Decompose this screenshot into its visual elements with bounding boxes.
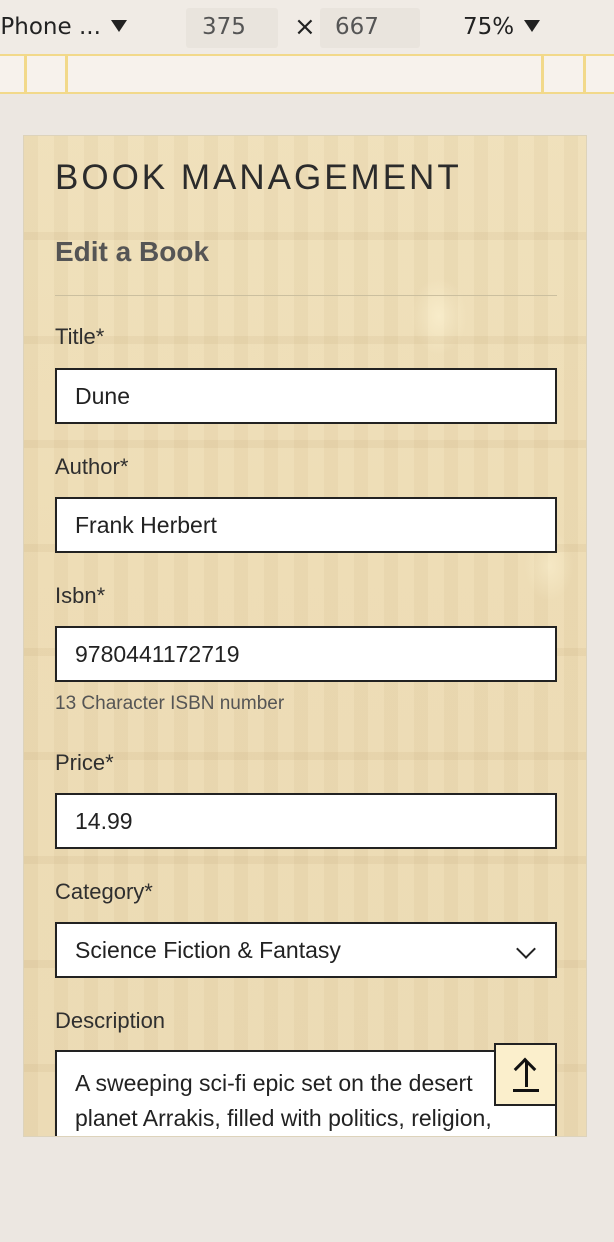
ruler-mark — [541, 56, 544, 92]
ruler-mark — [24, 56, 27, 92]
description-label: Description — [55, 1008, 166, 1033]
triangle-down-icon — [524, 19, 541, 32]
title-input[interactable]: Dune — [55, 368, 557, 424]
category-label: Category* — [55, 879, 153, 904]
height-field[interactable]: 667 — [320, 8, 420, 48]
devtools-toolbar: iPhone ... 375 × 667 75% — [0, 0, 614, 56]
title-label: Title* — [55, 324, 105, 349]
zoom-label: 75% — [463, 14, 515, 40]
author-label: Author* — [55, 454, 129, 479]
zoom-select[interactable]: 75% — [463, 14, 541, 40]
device-select[interactable]: iPhone ... — [0, 14, 127, 40]
height-value: 667 — [335, 14, 379, 40]
description-textarea[interactable]: A sweeping sci-fi epic set on the desert… — [55, 1050, 557, 1136]
page-title: BOOK MANAGEMENT — [55, 158, 462, 197]
isbn-hint: 13 Character ISBN number — [55, 693, 285, 714]
isbn-input[interactable]: 9780441172719 — [55, 626, 557, 682]
form-subtitle: Edit a Book — [55, 236, 210, 267]
width-value: 375 — [202, 14, 246, 40]
category-select[interactable]: Science Fiction & Fantasy — [55, 922, 557, 978]
ruler-mark — [583, 56, 586, 92]
isbn-label: Isbn* — [55, 583, 106, 608]
width-field[interactable]: 375 — [186, 8, 278, 48]
device-viewport: BOOK MANAGEMENT Edit a Book Title* Dune … — [23, 135, 587, 1137]
divider — [55, 295, 557, 296]
category-value: Science Fiction & Fantasy — [75, 937, 341, 963]
media-query-ruler — [0, 56, 614, 94]
price-label: Price* — [55, 750, 114, 775]
device-label: iPhone ... — [0, 14, 101, 40]
times-icon: × — [294, 12, 316, 42]
author-input[interactable]: Frank Herbert — [55, 497, 557, 553]
triangle-down-icon — [110, 19, 127, 32]
price-input[interactable]: 14.99 — [55, 793, 557, 849]
ruler-mark — [65, 56, 68, 92]
back-to-top-button[interactable] — [494, 1043, 557, 1106]
chevron-down-icon — [516, 939, 536, 959]
